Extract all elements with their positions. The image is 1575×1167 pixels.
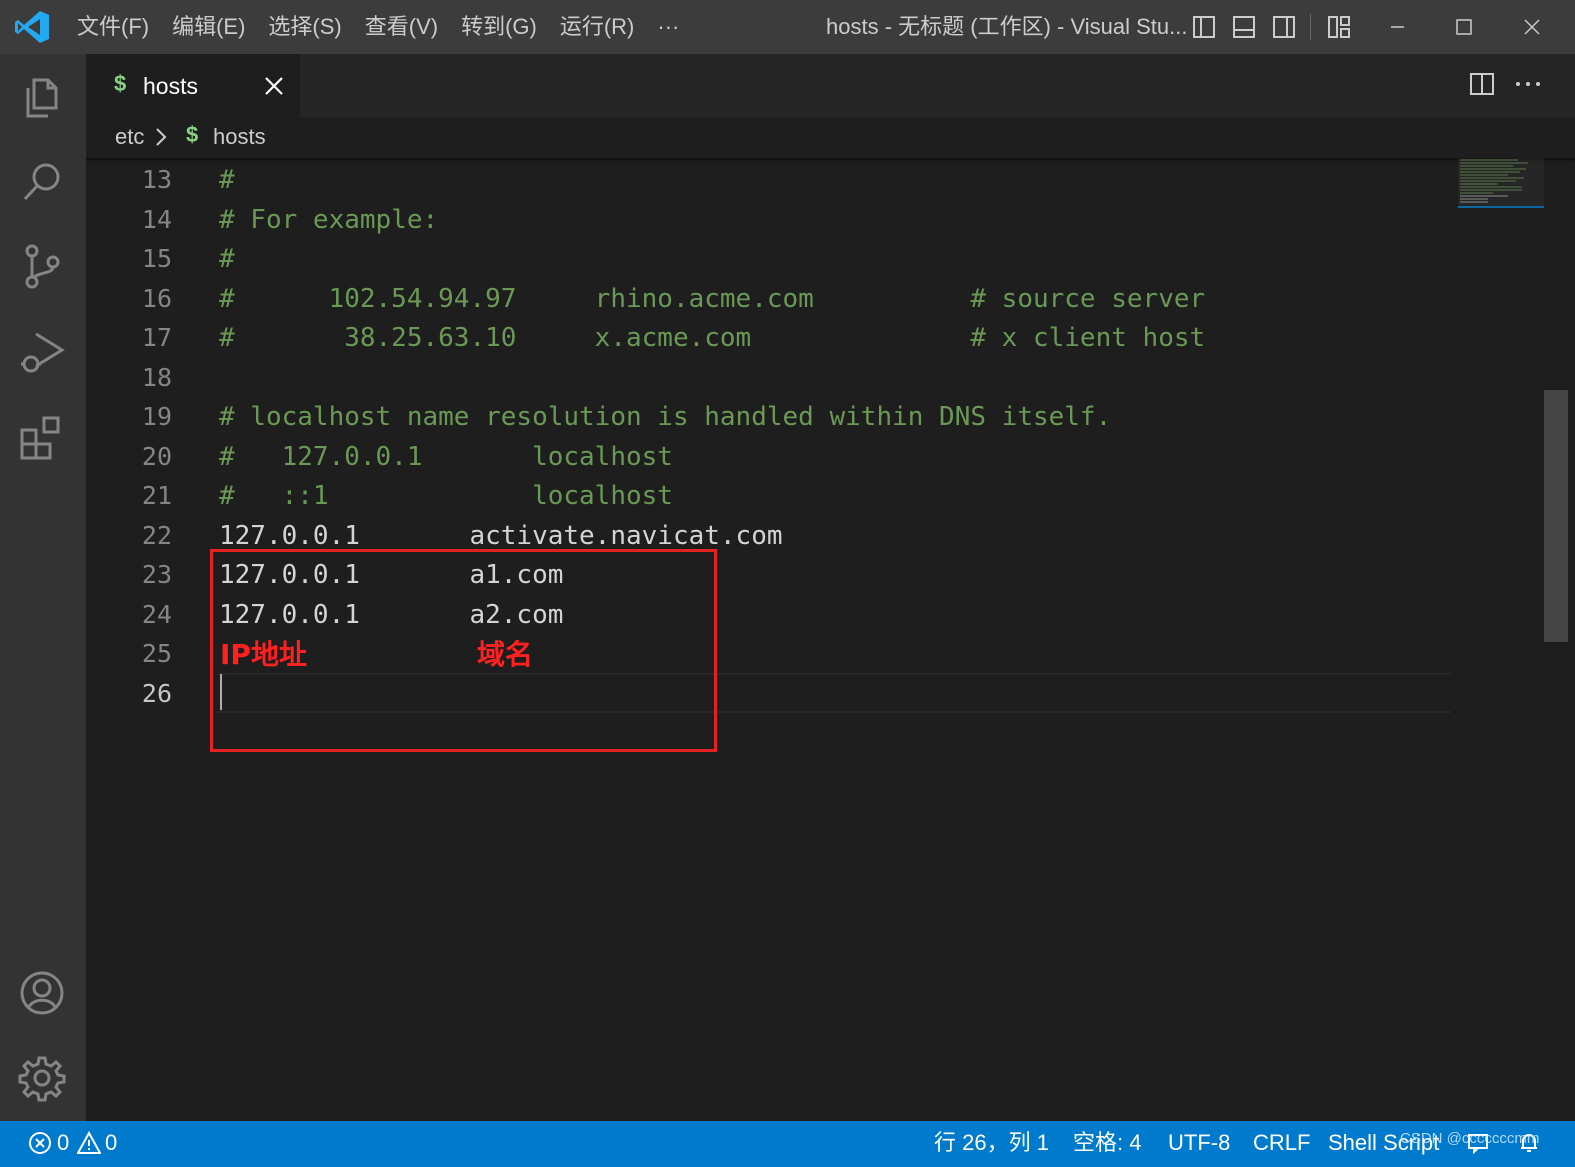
menu-edit[interactable]: 编辑(E) (161, 0, 257, 54)
warning-count[interactable]: 0 (105, 1121, 117, 1165)
annotation-highlight-box (210, 549, 717, 752)
line-text: # 38.25.63.10 x.acme.com # x client host (219, 323, 1206, 353)
line-text: # 102.54.94.97 rhino.acme.com # source s… (219, 283, 1206, 314)
editor-tab-bar: $ hosts (86, 54, 1575, 118)
code-line[interactable]: 18 (86, 358, 1456, 398)
code-line[interactable]: 20 # 127.0.0.1 localhost (86, 437, 1456, 477)
tab-label: hosts (143, 73, 198, 99)
more-actions-icon[interactable] (1514, 71, 1542, 97)
line-number: 19 (141, 402, 172, 431)
menu-selection[interactable]: 选择(S) (257, 0, 353, 54)
menu-more[interactable]: ··· (646, 0, 691, 54)
line-number: 22 (141, 520, 172, 550)
breadcrumb-file[interactable]: hosts (213, 124, 266, 150)
breadcrumb: etc $ hosts (86, 118, 1575, 158)
shell-file-icon: $ (114, 71, 127, 96)
line-number: 20 (141, 441, 172, 471)
window-title: hosts - 无标题 (工作区) - Visual Stu... (826, 14, 1188, 39)
search-icon[interactable] (18, 158, 66, 206)
code-line[interactable]: 17 # 38.25.63.10 x.acme.com # x client ho… (86, 318, 1456, 358)
close-tab-icon[interactable] (262, 74, 286, 98)
scrollbar-thumb[interactable] (1544, 390, 1568, 642)
code-line[interactable]: 15 # (86, 239, 1456, 279)
line-text: # For example: (219, 204, 439, 235)
minimize-button[interactable] (1364, 0, 1430, 54)
line-number: 16 (141, 283, 172, 313)
title-bar: 文件(F) 编辑(E) 选择(S) 查看(V) 转到(G) 运行(R) ··· … (0, 0, 1575, 54)
extensions-icon[interactable] (18, 414, 66, 462)
indentation[interactable]: 空格: 4 (1073, 1121, 1141, 1165)
vscode-logo-icon (15, 11, 49, 43)
line-number: 15 (141, 244, 172, 273)
error-count[interactable]: 0 (57, 1121, 69, 1165)
line-number: 21 (141, 481, 172, 510)
encoding[interactable]: UTF-8 (1168, 1121, 1230, 1165)
settings-gear-icon[interactable] (18, 1054, 66, 1102)
vertical-scrollbar[interactable] (1544, 158, 1568, 1121)
tab-hosts[interactable]: $ hosts (86, 54, 300, 118)
code-line[interactable]: 13 # (86, 160, 1456, 200)
toggle-primary-sidebar-icon[interactable] (1192, 15, 1216, 39)
source-control-icon[interactable] (18, 242, 66, 290)
toggle-secondary-sidebar-icon[interactable] (1272, 15, 1296, 39)
menu-go[interactable]: 转到(G) (450, 0, 549, 54)
line-text: # 127.0.0.1 localhost (219, 441, 673, 472)
run-and-debug-icon[interactable] (18, 328, 66, 376)
menu-file[interactable]: 文件(F) (66, 0, 161, 54)
line-number: 17 (141, 323, 172, 352)
line-number: 25 (141, 639, 172, 668)
code-editor[interactable]: 13 #14 # For example: 15 #16 # 102.54.94.97 r… (86, 158, 1575, 1121)
menu-view[interactable]: 查看(V) (354, 0, 450, 54)
chevron-right-icon (156, 128, 167, 146)
close-window-button[interactable] (1498, 0, 1564, 54)
line-number: 13 (141, 165, 172, 194)
line-number: 26 (141, 678, 172, 708)
split-editor-icon[interactable] (1469, 71, 1495, 97)
accounts-icon[interactable] (18, 969, 66, 1017)
title-divider (1310, 14, 1311, 40)
watermark: CSDN @cccccccmm (1400, 1130, 1540, 1147)
explorer-icon[interactable] (18, 74, 66, 122)
line-text: # localhost name resolution is handled w… (219, 402, 1112, 432)
shell-file-icon: $ (186, 122, 199, 147)
breadcrumb-folder[interactable]: etc (115, 124, 144, 150)
maximize-button[interactable] (1431, 0, 1497, 54)
status-bar: 0 0 行 26，列 1 空格: 4 UTF-8 CRLF Shell Scri… (0, 1121, 1575, 1167)
code-line[interactable]: 16 # 102.54.94.97 rhino.acme.com # source… (86, 279, 1456, 319)
minimap[interactable] (1458, 158, 1544, 208)
code-line[interactable]: 19 # localhost name resolution is handled… (86, 397, 1456, 437)
warning-icon[interactable] (77, 1131, 101, 1155)
menu-bar: 文件(F) 编辑(E) 选择(S) 查看(V) 转到(G) 运行(R) ··· (66, 0, 691, 54)
customize-layout-icon[interactable] (1327, 15, 1351, 39)
line-number: 24 (141, 599, 172, 629)
line-ending[interactable]: CRLF (1253, 1121, 1310, 1165)
activity-bar (0, 54, 86, 1121)
line-number: 18 (141, 362, 172, 392)
code-line[interactable]: 14 # For example: (86, 200, 1456, 240)
code-line[interactable]: 21 # ::1 localhost (86, 476, 1456, 516)
cursor-position[interactable]: 行 26，列 1 (934, 1121, 1049, 1165)
menu-run[interactable]: 运行(R) (549, 0, 647, 54)
line-number: 14 (141, 204, 172, 234)
toggle-panel-icon[interactable] (1232, 15, 1256, 39)
error-icon[interactable] (28, 1131, 52, 1155)
line-number: 23 (141, 560, 172, 589)
line-text: # (219, 244, 235, 274)
line-text: # ::1 localhost (219, 481, 673, 511)
line-text: # (219, 165, 235, 195)
